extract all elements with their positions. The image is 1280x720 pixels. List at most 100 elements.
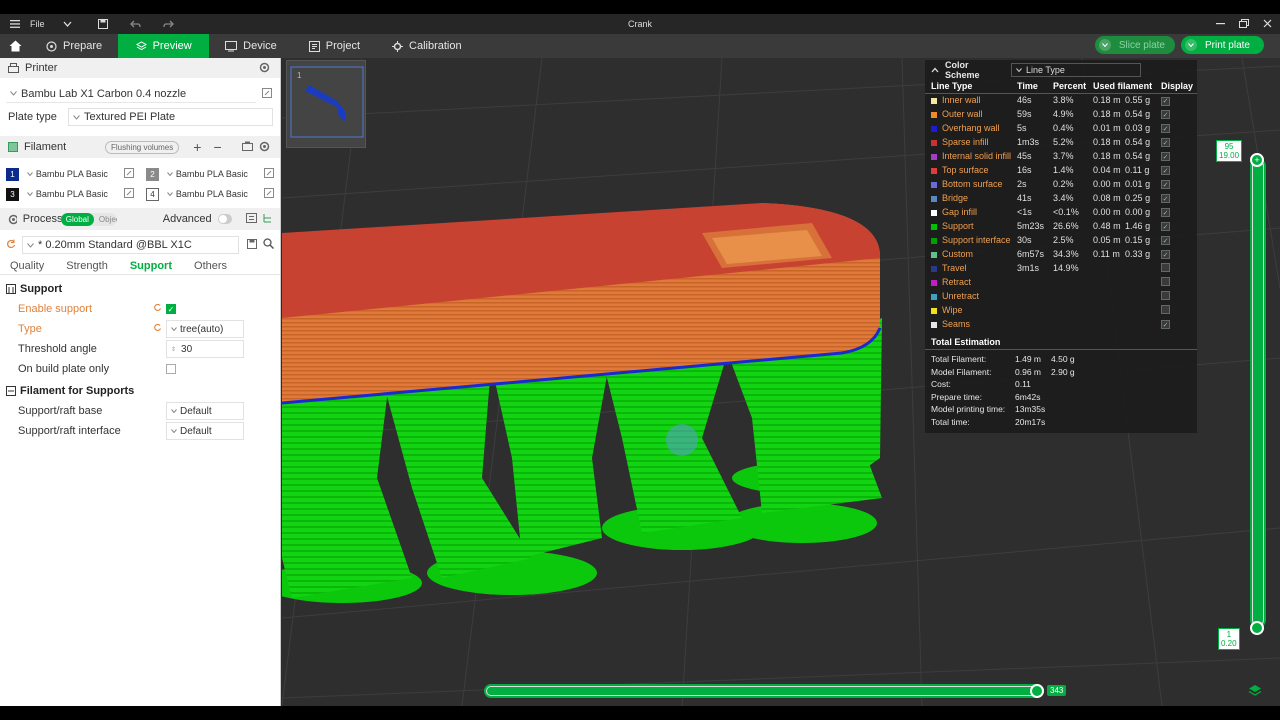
tab-label: Project	[325, 40, 361, 52]
minimize-icon[interactable]	[1216, 19, 1225, 30]
color-scheme-select[interactable]: Line Type	[1011, 63, 1141, 77]
estimation-value: 0.11	[1015, 379, 1031, 390]
display-toggle-checkbox[interactable]	[1161, 262, 1171, 272]
edit-icon[interactable]	[124, 187, 134, 201]
legend-time	[1011, 289, 1047, 303]
legend-percent: 34.3%	[1053, 249, 1079, 259]
subtab-quality[interactable]: Quality	[10, 260, 44, 272]
advanced-toggle[interactable]	[217, 214, 233, 224]
subtab-strength[interactable]: Strength	[66, 260, 108, 272]
global-option[interactable]: Global	[60, 212, 94, 226]
enable-support-checkbox[interactable]: ✓	[166, 304, 176, 314]
raft-interface-select[interactable]: Default	[166, 422, 244, 440]
display-toggle-checkbox[interactable]: ✓	[1161, 320, 1171, 330]
display-toggle-checkbox[interactable]: ✓	[1161, 222, 1171, 232]
restore-icon[interactable]	[1239, 18, 1249, 30]
remove-icon[interactable]: −	[213, 139, 221, 155]
tree-icon[interactable]	[263, 213, 272, 226]
subtab-support[interactable]: Support	[130, 260, 172, 272]
display-toggle-checkbox[interactable]: ✓	[1161, 194, 1171, 204]
file-menu[interactable]: File	[30, 19, 45, 29]
legend-row: Support interface 30s 2.5% 0.05 m 0.15 g ✓	[925, 233, 1197, 247]
layer-slider-top-handle[interactable]: +	[1250, 153, 1264, 167]
col-percent: Percent	[1047, 80, 1088, 94]
legend-time: 1m3s	[1017, 137, 1040, 147]
display-toggle-checkbox[interactable]: ✓	[1161, 166, 1171, 176]
tab-calibration[interactable]: Calibration	[376, 34, 478, 58]
compare-icon[interactable]	[246, 212, 258, 226]
filament-slot-select[interactable]: Bambu PLA Basic	[22, 165, 120, 183]
global-objects-toggle[interactable]: Global Objects	[60, 212, 117, 226]
move-slider-range	[487, 687, 1037, 695]
reset-icon[interactable]	[153, 303, 162, 315]
collapse-icon[interactable]	[931, 65, 939, 75]
gear-icon[interactable]	[259, 62, 270, 76]
raft-base-select[interactable]: Default	[166, 402, 244, 420]
filament-slot-select[interactable]: Bambu PLA Basic	[162, 185, 261, 203]
display-toggle-checkbox[interactable]: ✓	[1161, 180, 1171, 190]
legend-weight: 0.54 g	[1125, 137, 1151, 147]
build-plate-only-checkbox[interactable]	[166, 364, 176, 374]
edit-icon[interactable]	[124, 167, 134, 181]
close-icon[interactable]	[1263, 19, 1272, 30]
tab-preview[interactable]: Preview	[118, 34, 210, 58]
chevron-down-icon[interactable]	[1184, 39, 1197, 51]
display-toggle-checkbox[interactable]: ✓	[1161, 236, 1171, 246]
line-type-table: Line Type Time Percent Used filament Dis…	[925, 80, 1197, 331]
support-type-select[interactable]: tree(auto)	[166, 320, 244, 338]
display-toggle-checkbox[interactable]	[1161, 304, 1171, 314]
legend-length: 0.00 m	[1093, 179, 1121, 189]
part-thumbnail-icon	[290, 66, 364, 138]
display-toggle-checkbox[interactable]: ✓	[1161, 96, 1171, 106]
edit-icon[interactable]	[264, 187, 275, 201]
filament-slot-number: 4	[146, 187, 159, 201]
tab-device[interactable]: Device	[209, 34, 293, 58]
display-toggle-checkbox[interactable]: ✓	[1161, 110, 1171, 120]
save-icon[interactable]	[247, 238, 257, 252]
print-plate-button[interactable]: Print plate	[1180, 36, 1264, 54]
filament-slot-select[interactable]: Bambu PLA Basic	[162, 165, 260, 183]
process-profile-select[interactable]: * 0.20mm Standard @BBL X1C	[22, 236, 239, 254]
layers-icon[interactable]	[1248, 684, 1262, 701]
gear-icon[interactable]	[259, 141, 270, 155]
process-section-header: Process Global Objects Advanced	[0, 208, 280, 230]
filament-sync-icon[interactable]	[241, 141, 253, 154]
tab-project[interactable]: Project	[293, 34, 376, 58]
chevron-down-icon[interactable]	[1098, 39, 1111, 51]
layer-slider-bottom-handle[interactable]	[1250, 621, 1264, 635]
threshold-angle-spinner[interactable]: ⇕ 30	[166, 340, 244, 358]
home-icon	[9, 40, 21, 52]
add-icon[interactable]: +	[193, 139, 201, 155]
plate-thumbnail[interactable]: 1	[286, 60, 366, 148]
menu-icon[interactable]	[10, 20, 20, 28]
flushing-volumes-button[interactable]: Flushing volumes	[105, 140, 180, 154]
save-icon[interactable]	[97, 19, 108, 29]
display-toggle-checkbox[interactable]: ✓	[1161, 152, 1171, 162]
display-toggle-checkbox[interactable]: ✓	[1161, 138, 1171, 148]
display-toggle-checkbox[interactable]	[1161, 290, 1171, 300]
filament-slot-select[interactable]: Bambu PLA Basic	[22, 185, 120, 203]
display-toggle-checkbox[interactable]: ✓	[1161, 208, 1171, 218]
reset-icon[interactable]	[6, 239, 16, 252]
reset-icon[interactable]	[153, 323, 162, 335]
subtab-others[interactable]: Others	[194, 260, 227, 272]
home-button[interactable]	[0, 34, 30, 58]
search-icon[interactable]	[263, 238, 275, 252]
process-profile-name: * 0.20mm Standard @BBL X1C	[38, 239, 192, 251]
stepper-icon[interactable]: ⇕	[171, 346, 176, 353]
undo-icon[interactable]	[129, 20, 141, 29]
redo-icon[interactable]	[162, 20, 174, 29]
chevron-down-icon[interactable]	[63, 21, 72, 27]
display-toggle-checkbox[interactable]: ✓	[1161, 250, 1171, 260]
edit-icon[interactable]	[264, 167, 274, 181]
edit-icon[interactable]	[262, 87, 272, 101]
objects-option[interactable]: Objects	[94, 213, 117, 226]
move-slider-handle[interactable]	[1030, 684, 1044, 698]
legend-weight: 0.55 g	[1125, 95, 1151, 106]
display-toggle-checkbox[interactable]: ✓	[1161, 124, 1171, 134]
printer-select[interactable]: Bambu Lab X1 Carbon 0.4 nozzle	[6, 85, 256, 103]
display-toggle-checkbox[interactable]	[1161, 276, 1171, 286]
plate-type-select[interactable]: Textured PEI Plate	[68, 108, 273, 126]
tab-prepare[interactable]: Prepare	[30, 34, 118, 58]
slice-plate-button[interactable]: Slice plate	[1094, 36, 1175, 54]
